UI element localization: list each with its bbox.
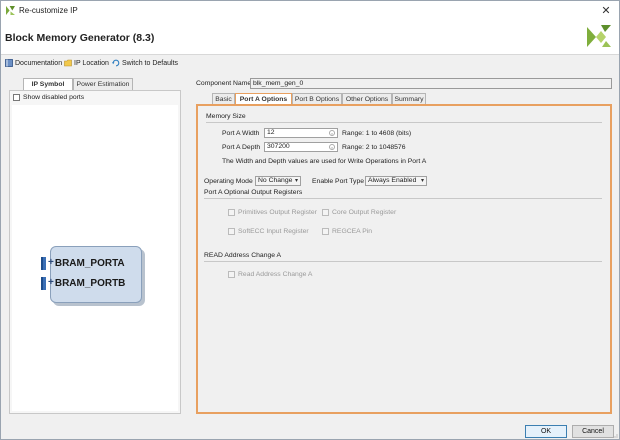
vivado-app-icon (6, 6, 15, 15)
softecc-input-register-label: SoftECC Input Register (238, 228, 309, 235)
tab-power-estimation[interactable]: Power Estimation (73, 78, 133, 90)
port-label: BRAM_PORTA (54, 257, 125, 269)
expand-plus-icon[interactable]: + (48, 258, 54, 268)
read-address-change-checkbox[interactable]: Read Address Change A (228, 271, 312, 278)
divider (206, 122, 602, 123)
title-bar: Re-customize IP ✕ (1, 1, 619, 21)
port-bus-icon (41, 256, 46, 270)
component-name-field[interactable]: blk_mem_gen_0 (250, 78, 612, 89)
checkbox-box[interactable] (228, 209, 235, 216)
chevron-down-icon: ▾ (294, 178, 298, 184)
clear-icon[interactable]: × (329, 144, 335, 150)
port-a-depth-label: Port A Depth (222, 144, 261, 151)
regcea-pin-checkbox[interactable]: REGCEA Pin (322, 228, 372, 235)
regcea-pin-label: REGCEA Pin (332, 228, 373, 235)
port-a-width-input[interactable]: 12 × (264, 128, 338, 138)
port-label: BRAM_PORTB (54, 277, 126, 289)
read-address-change-title: READ Address Change A (204, 252, 282, 259)
softecc-input-register-checkbox[interactable]: SoftECC Input Register (228, 228, 309, 235)
window-title: Re-customize IP (19, 6, 78, 15)
checkbox-box[interactable] (228, 228, 235, 235)
enable-port-type-label: Enable Port Type (312, 178, 365, 185)
cancel-button[interactable]: Cancel (572, 425, 614, 438)
ip-location-button[interactable]: IP Location (64, 58, 109, 68)
enable-port-type-value: Always Enabled (368, 177, 417, 184)
primitives-output-register-checkbox[interactable]: Primitives Output Register (228, 209, 317, 216)
port-bus-icon (41, 276, 46, 290)
read-address-change-label: Read Address Change A (238, 271, 313, 278)
port-a-width-range: Range: 1 to 4608 (bits) (342, 130, 412, 137)
enable-port-type-select[interactable]: Always Enabled ▾ (365, 176, 427, 186)
refresh-icon (112, 59, 120, 67)
ip-symbol-block[interactable]: + BRAM_PORTA + BRAM_PORTB (41, 246, 142, 303)
port-a-width-label: Port A Width (222, 130, 260, 137)
clear-icon[interactable]: × (329, 130, 335, 136)
ip-title: Block Memory Generator (8.3) (5, 32, 155, 44)
port-a-depth-input[interactable]: 307200 × (264, 142, 338, 152)
primitives-output-register-label: Primitives Output Register (238, 209, 317, 216)
expand-plus-icon[interactable]: + (48, 278, 54, 288)
xilinx-logo-icon (587, 25, 611, 47)
port-bram-portb[interactable]: + BRAM_PORTB (41, 276, 126, 290)
core-output-register-label: Core Output Register (332, 209, 397, 216)
close-icon[interactable]: ✕ (597, 2, 615, 20)
divider (204, 198, 602, 199)
port-a-options-panel: Memory Size Port A Width 12 × Range: 1 t… (196, 104, 612, 414)
port-a-depth-value: 307200 (267, 143, 290, 150)
operating-mode-label: Operating Mode (204, 178, 253, 185)
dialog-window: Re-customize IP ✕ Block Memory Generator… (0, 0, 620, 440)
folder-icon (64, 59, 72, 67)
port-a-depth-range: Range: 2 to 1048576 (342, 144, 406, 151)
optional-registers-title: Port A Optional Output Registers (204, 189, 303, 196)
checkbox-box[interactable] (322, 228, 329, 235)
ip-symbol-panel: Show disabled ports + BRAM_PORTA + BRAM_… (9, 90, 181, 414)
symbol-canvas: + BRAM_PORTA + BRAM_PORTB (12, 105, 178, 411)
divider (204, 261, 602, 262)
operating-mode-select[interactable]: No Change ▾ (255, 176, 301, 186)
documentation-label: Documentation (15, 59, 63, 67)
port-a-width-value: 12 (267, 129, 275, 136)
component-name-label: Component Name (196, 80, 252, 87)
chevron-down-icon: ▾ (420, 178, 424, 184)
port-bram-porta[interactable]: + BRAM_PORTA (41, 256, 125, 270)
checkbox-box[interactable] (13, 94, 20, 101)
memory-size-title: Memory Size (206, 113, 246, 120)
core-output-register-checkbox[interactable]: Core Output Register (322, 209, 396, 216)
checkbox-box[interactable] (228, 271, 235, 278)
show-disabled-ports-checkbox[interactable]: Show disabled ports (13, 94, 84, 101)
ip-location-label: IP Location (74, 59, 109, 67)
operating-mode-value: No Change (258, 177, 293, 184)
switch-defaults-button[interactable]: Switch to Defaults (112, 58, 178, 68)
documentation-button[interactable]: Documentation (5, 58, 62, 68)
book-icon (5, 59, 13, 67)
show-disabled-ports-label: Show disabled ports (23, 94, 85, 101)
switch-defaults-label: Switch to Defaults (122, 59, 179, 67)
width-depth-note: The Width and Depth values are used for … (222, 158, 427, 165)
resize-grip-icon[interactable] (612, 432, 618, 438)
header-band: Block Memory Generator (8.3) (1, 21, 619, 55)
checkbox-box[interactable] (322, 209, 329, 216)
ok-button[interactable]: OK (525, 425, 567, 438)
toolbar: Documentation IP Location Switch to Defa… (1, 56, 619, 70)
